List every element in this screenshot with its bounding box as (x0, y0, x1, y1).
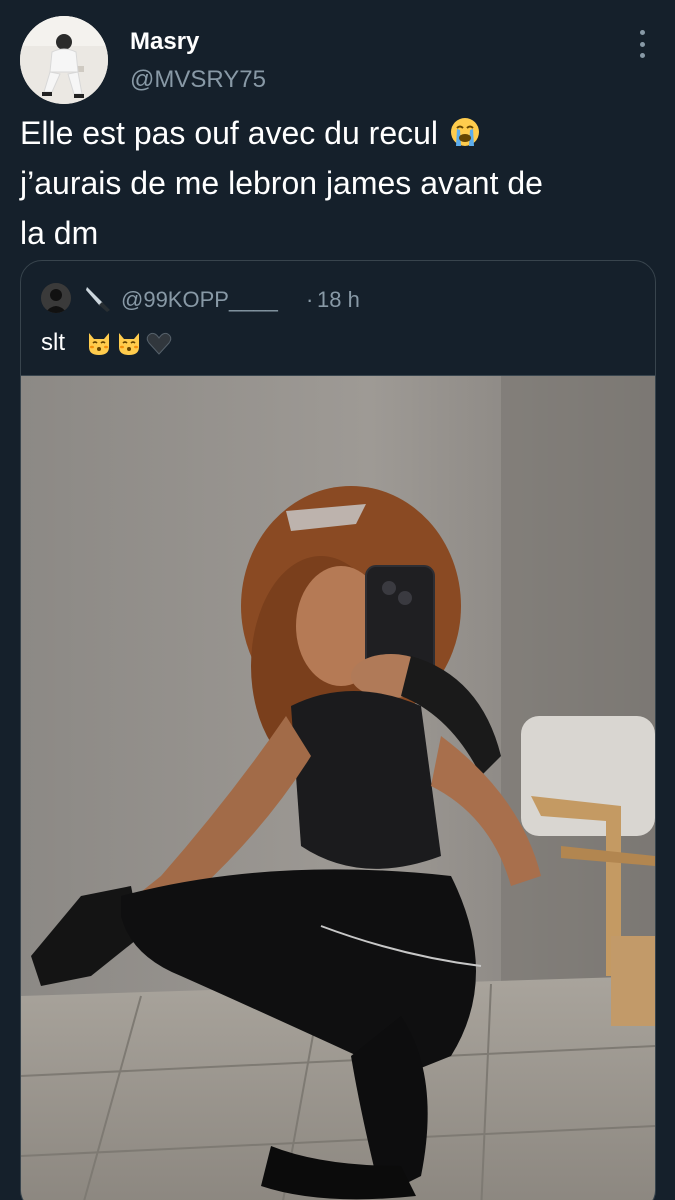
tweet: Masry @MVSRY75 Elle est pas ouf avec du … (0, 0, 675, 1200)
black-heart-emoji (146, 332, 172, 355)
quoted-tweet-text: slt (41, 329, 65, 356)
knife-emoji (83, 283, 113, 313)
quoted-author-handle[interactable]: @99KOPP____ (121, 287, 278, 313)
tweet-text-line-1: Elle est pas ouf avec du recul (20, 108, 650, 158)
tweet-text-line-2: j’aurais de me lebron james avant de (20, 165, 543, 201)
kissing-cat-emoji (89, 333, 109, 355)
quoted-tweet-photo[interactable] (21, 375, 655, 1200)
loudly-crying-face-emoji (450, 118, 479, 146)
tweet-text-line-1-content: Elle est pas ouf avec du recul (20, 115, 439, 151)
author-handle[interactable]: @MVSRY75 (130, 66, 266, 94)
more-vertical-icon[interactable] (630, 30, 654, 58)
tweet-text: Elle est pas ouf avec du recul j’aurais … (20, 108, 650, 258)
author-name[interactable]: Masry (130, 28, 199, 56)
quoted-author-avatar[interactable] (41, 283, 71, 313)
quoted-timestamp[interactable]: 18 h (317, 287, 360, 313)
tweet-text-line-3: la dm (20, 215, 99, 251)
quoted-tweet-emojis (85, 329, 173, 359)
kissing-cat-emoji (119, 333, 139, 355)
quoted-separator: · (306, 287, 314, 312)
quoted-tweet-card[interactable]: @99KOPP____ · 18 h slt (20, 260, 656, 1200)
author-avatar[interactable] (20, 16, 108, 104)
